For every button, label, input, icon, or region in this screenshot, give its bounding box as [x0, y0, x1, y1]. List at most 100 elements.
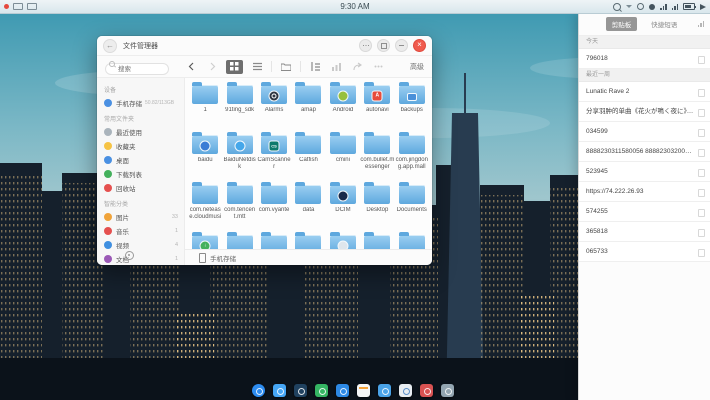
folder-item[interactable]: com.bullet.messenger [360, 132, 394, 182]
copy-icon[interactable] [698, 249, 705, 257]
folder-item[interactable] [291, 232, 325, 249]
copy-icon[interactable] [698, 129, 705, 137]
dnd-icon[interactable] [649, 4, 655, 10]
folder-item[interactable] [326, 232, 360, 249]
folder-item[interactable] [395, 232, 429, 249]
folder-item[interactable]: com.netease.cloudmusic [188, 182, 222, 232]
docs-dock-icon[interactable] [399, 384, 412, 397]
settings-gear-icon[interactable] [125, 251, 134, 260]
folder-name: baidu [188, 157, 222, 164]
search-box [105, 58, 169, 76]
close-button[interactable]: × [413, 39, 426, 52]
folder-item[interactable]: baidu [188, 132, 222, 182]
folder-item[interactable]: ↓ [188, 232, 222, 249]
appstore-dock-icon[interactable] [315, 384, 328, 397]
folder-item[interactable] [257, 232, 291, 249]
folder-item[interactable]: Desktop [360, 182, 394, 232]
folder-item[interactable]: cmini [326, 132, 360, 182]
copy-icon[interactable] [698, 169, 705, 177]
detail-panel-button[interactable] [308, 60, 322, 74]
sidebar-item-music[interactable]: 音乐1 [97, 224, 184, 238]
tab-clipboard[interactable]: 剪贴板 [606, 17, 638, 31]
music-dock-icon[interactable] [420, 384, 433, 397]
folder-item[interactable]: Aautonavi [360, 82, 394, 132]
folder-item[interactable]: CSCamScanner [257, 132, 291, 182]
clipboard-item[interactable]: https://74.222.26.93 [579, 182, 710, 202]
clipboard-item[interactable]: 065733 [579, 242, 710, 262]
video-dock-icon[interactable] [378, 384, 391, 397]
folder-item[interactable]: BaiduNetdisk [222, 132, 256, 182]
copy-icon[interactable] [698, 229, 705, 237]
terminal-dock-icon[interactable] [294, 384, 307, 397]
battery-icon[interactable] [683, 3, 695, 10]
notes-dock-icon[interactable] [357, 384, 370, 397]
share-button[interactable] [350, 60, 364, 74]
window-menu-button[interactable] [359, 39, 372, 52]
copy-icon[interactable] [698, 56, 705, 64]
wifi-signal-icon[interactable] [672, 4, 679, 10]
airplane-mode-icon[interactable] [700, 4, 706, 10]
settings-dock-icon[interactable] [441, 384, 454, 397]
folder-item[interactable]: com.jingdong.app.mall [395, 132, 429, 182]
expand-caret-icon[interactable] [626, 5, 632, 8]
folder-item[interactable]: Catfish [291, 132, 325, 182]
copy-icon[interactable] [698, 189, 705, 197]
folder-item[interactable]: Alarms [257, 82, 291, 132]
sidebar-item-pictures[interactable]: 图片33 [97, 210, 184, 224]
search-icon[interactable] [613, 3, 621, 11]
folder-item[interactable] [222, 232, 256, 249]
folder-item[interactable]: 1 [188, 82, 222, 132]
back-button[interactable] [184, 60, 198, 74]
advanced-button[interactable]: 高级 [410, 62, 424, 72]
clipboard-item[interactable]: 8888230311580056 8888230320086055 [579, 142, 710, 162]
folder-item[interactable]: com.tencent.mtt [222, 182, 256, 232]
sidebar-item-recent[interactable]: 最近使用 [97, 125, 184, 139]
alarm-icon[interactable] [637, 3, 644, 10]
folder-item[interactable]: 91ting_sdk [222, 82, 256, 132]
list-view-button[interactable] [250, 60, 264, 74]
sidebar-item-phone[interactable]: 手机存储50.82/113GB [97, 96, 184, 110]
clipboard-item[interactable]: 796018 [579, 49, 710, 69]
folder-item[interactable]: amap [291, 82, 325, 132]
copy-icon[interactable] [698, 89, 705, 97]
window-titlebar[interactable]: ← 文件管理器 × [97, 36, 432, 56]
sidebar-item-desktop[interactable]: 桌面 [97, 153, 184, 167]
copy-icon[interactable] [698, 109, 705, 117]
clipboard-item[interactable]: Lunatic Rave 2 [579, 82, 710, 102]
sidebar-section-header: 智能分类 [97, 195, 184, 210]
folder-item[interactable]: Android [326, 82, 360, 132]
copy-icon[interactable] [698, 149, 705, 157]
clipboard-item[interactable]: 574255 [579, 202, 710, 222]
statusbar-location[interactable]: 手机存储 [210, 253, 236, 263]
clipboard-item[interactable]: 365818 [579, 222, 710, 242]
gallery-dock-icon[interactable] [273, 384, 286, 397]
sidebar-item-video[interactable]: 视频4 [97, 238, 184, 252]
clipboard-item[interactable]: 523945 [579, 162, 710, 182]
cellular-signal-icon[interactable] [660, 4, 667, 10]
copy-icon[interactable] [698, 209, 705, 217]
folder-item[interactable]: Documents [395, 182, 429, 232]
sidebar-item-document[interactable]: 文档1 [97, 252, 184, 265]
more-button[interactable] [371, 60, 385, 74]
clipboard-item[interactable]: 分享羽肿的单曲《花火が鳴く夜に》：http://mu... [579, 102, 710, 122]
grid-view-button[interactable] [226, 60, 243, 74]
sidebar-item-trash[interactable]: 回收站 [97, 181, 184, 195]
minimize-button[interactable] [395, 39, 408, 52]
launcher-dock-icon[interactable] [252, 384, 265, 397]
window-back-button[interactable]: ← [103, 39, 117, 53]
mail-dock-icon[interactable] [336, 384, 349, 397]
sidebar-item-download[interactable]: 下载列表 [97, 167, 184, 181]
folder-item[interactable]: DCIM [326, 182, 360, 232]
folder-item[interactable]: com.vyante [257, 182, 291, 232]
new-folder-button[interactable] [279, 60, 293, 74]
maximize-button[interactable] [377, 39, 390, 52]
folder-item[interactable]: backups [395, 82, 429, 132]
forward-button[interactable] [205, 60, 219, 74]
tab-quick-phrases[interactable]: 快捷短语 [645, 17, 683, 31]
folder-item[interactable]: data [291, 182, 325, 232]
sort-button[interactable] [329, 60, 343, 74]
stats-icon[interactable] [698, 21, 705, 27]
folder-item[interactable] [360, 232, 394, 249]
sidebar-item-star[interactable]: 收藏夹 [97, 139, 184, 153]
clipboard-item[interactable]: 034599 [579, 122, 710, 142]
